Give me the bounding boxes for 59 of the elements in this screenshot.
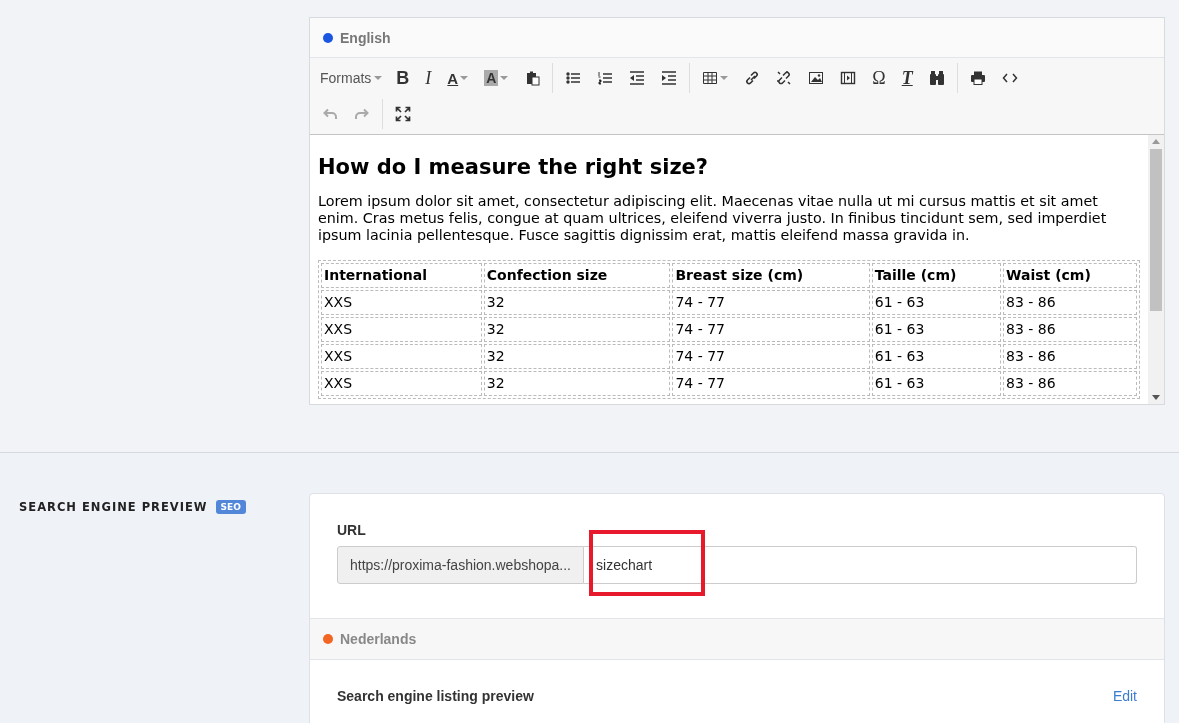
table-cell: 61 - 63: [871, 290, 1002, 315]
bold-button[interactable]: B: [388, 65, 418, 91]
table-cell: 74 - 77: [672, 290, 870, 315]
table-cell: 32: [483, 371, 671, 396]
unlink-icon: [776, 70, 793, 86]
table-cell: 83 - 86: [1003, 317, 1137, 342]
table-cell: 83 - 86: [1003, 344, 1137, 369]
column-header: Waist (cm): [1003, 263, 1137, 288]
table-cell: 32: [483, 290, 671, 315]
indent-icon: [661, 70, 678, 86]
table-cell: XXS: [321, 344, 482, 369]
text-color-button[interactable]: A: [439, 65, 477, 91]
table-cell: 74 - 77: [672, 344, 870, 369]
table-cell: 32: [483, 344, 671, 369]
highlight-button[interactable]: A: [476, 65, 517, 91]
seo-badge: SEO: [215, 500, 246, 514]
fullscreen-icon: [395, 106, 411, 122]
language-label: English: [340, 29, 391, 46]
table-icon: [702, 70, 719, 86]
section-title: SEARCH ENGINE PREVIEW: [19, 500, 208, 514]
table-cell: 61 - 63: [871, 317, 1002, 342]
table-cell: XXS: [321, 317, 482, 342]
column-header: Breast size (cm): [672, 263, 870, 288]
italic-button[interactable]: I: [417, 65, 440, 91]
redo-icon: [354, 106, 370, 122]
column-header: Taille (cm): [871, 263, 1002, 288]
edit-link[interactable]: Edit: [1112, 688, 1137, 704]
preview-title: Search engine listing preview: [337, 688, 534, 704]
numbers-icon: [597, 70, 614, 86]
table-cell: 61 - 63: [871, 344, 1002, 369]
content-heading: How do I measure the right size?: [318, 155, 710, 179]
scrollbar[interactable]: [1148, 135, 1164, 404]
table-cell: 74 - 77: [672, 371, 870, 396]
url-label: URL: [337, 522, 367, 538]
undo-icon: [322, 106, 338, 122]
find-icon: [928, 70, 945, 86]
content-paragraph: Lorem ipsum dolor sit amet, consectetur adipiscing elit. Maecenas vitae nulla ut mi cursus mattis et sit amet enim. Cras metus felis, congue at quam ultrices, eleifend viverra justo. In finibus tincidunt sem, sed imperdiet ipsum lacinia pellentesque. Fusce sagittis dignissim erat, mattis eleifend massa gravida in.: [318, 193, 1108, 244]
symbol-button[interactable]: Ω: [864, 65, 894, 91]
table-cell: 74 - 77: [672, 317, 870, 342]
table-cell: 61 - 63: [871, 371, 1002, 396]
table-cell: XXS: [321, 290, 482, 315]
language-label: Nederlands: [340, 631, 417, 647]
column-header: Confection size: [483, 263, 671, 288]
bullets-icon: [565, 70, 582, 86]
clear-format-button[interactable]: T: [893, 65, 921, 91]
paste-icon: [524, 70, 541, 86]
url-prefix: https://proxima-fashion.webshopa...: [337, 546, 584, 584]
media-icon: [840, 70, 857, 86]
url-field[interactable]: sizechart: [584, 546, 1137, 584]
table-cell: 83 - 86: [1003, 290, 1137, 315]
outdent-icon: [629, 70, 646, 86]
table-cell: 32: [483, 317, 671, 342]
image-icon: [808, 70, 825, 86]
link-icon: [744, 70, 761, 86]
print-icon: [969, 70, 986, 86]
formats-dropdown[interactable]: Formats: [314, 70, 389, 86]
column-header: International: [321, 263, 482, 288]
table-cell: XXS: [321, 371, 482, 396]
table-cell: 83 - 86: [1003, 371, 1137, 396]
